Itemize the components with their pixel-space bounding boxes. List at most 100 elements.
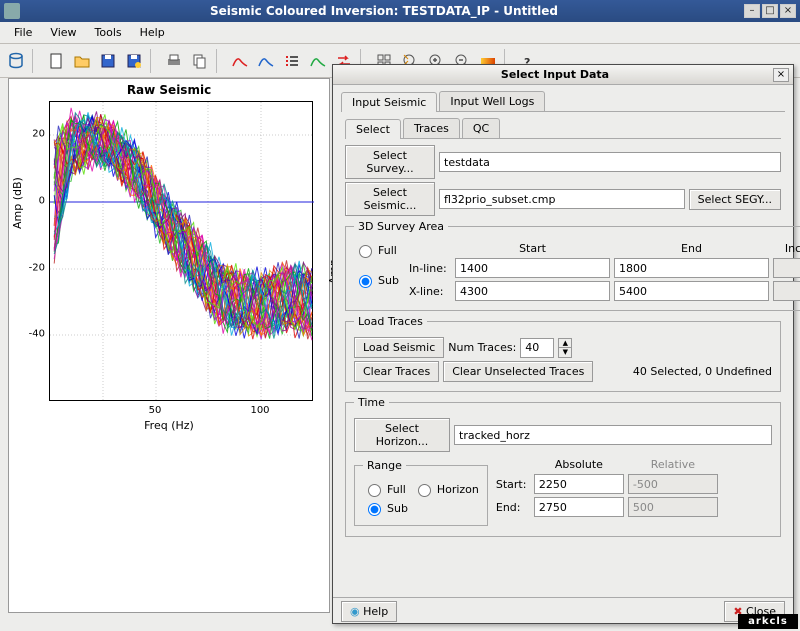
app-icon — [4, 3, 20, 19]
help-button[interactable]: ◉ Help — [341, 601, 397, 622]
area-sub-label: Sub — [378, 274, 399, 287]
area-full-label: Full — [378, 244, 397, 257]
dialog-titlebar: Select Input Data × — [333, 65, 793, 85]
maximize-button[interactable]: □ — [762, 4, 778, 18]
horizon-field[interactable] — [454, 425, 772, 445]
xline-start-field[interactable] — [455, 281, 610, 301]
inline-start-field[interactable] — [455, 258, 610, 278]
time-start-label: Start: — [496, 478, 530, 491]
spin-up-icon[interactable]: ▲ — [559, 339, 571, 348]
xline-end-field[interactable] — [614, 281, 769, 301]
seismic-file-field[interactable] — [439, 189, 685, 209]
menu-help[interactable]: Help — [132, 24, 173, 41]
help-label: Help — [363, 605, 388, 618]
tab-input-seismic[interactable]: Input Seismic — [341, 92, 437, 112]
area-full-radio[interactable] — [359, 245, 372, 258]
chart-panel: Raw Seismic Amp (dB) Amp Freq (Hz) 20 0 — [8, 78, 330, 613]
window-title: Seismic Coloured Inversion: TESTDATA_IP … — [26, 4, 742, 18]
chart-ylabel: Amp (dB) — [11, 177, 24, 229]
ytick: -20 — [25, 263, 45, 274]
time-end-label: End: — [496, 501, 530, 514]
chart-plot-area[interactable] — [49, 101, 313, 401]
range-sub-radio[interactable] — [368, 503, 381, 516]
ytick: -40 — [25, 329, 45, 340]
tab-traces[interactable]: Traces — [403, 118, 460, 138]
dialog-footer: ◉ Help ✖ Close — [333, 597, 793, 625]
inline-inc-field[interactable] — [773, 258, 800, 278]
menu-file[interactable]: File — [6, 24, 40, 41]
range-group: Range Full Horizon Sub — [354, 459, 488, 526]
time-start-rel-field — [628, 474, 718, 494]
survey-area-legend: 3D Survey Area — [354, 220, 448, 233]
survey-field[interactable] — [439, 152, 781, 172]
relative-header: Relative — [628, 458, 718, 471]
open-icon[interactable] — [70, 49, 94, 73]
ytick: 20 — [25, 129, 45, 140]
dialog-close-icon[interactable]: × — [773, 68, 789, 82]
menu-view[interactable]: View — [42, 24, 84, 41]
print-icon[interactable] — [162, 49, 186, 73]
separator — [32, 49, 40, 73]
time-end-abs-field[interactable] — [534, 497, 624, 517]
load-seismic-button[interactable]: Load Seismic — [354, 337, 444, 358]
inline-end-field[interactable] — [614, 258, 769, 278]
range-full-radio[interactable] — [368, 484, 381, 497]
select-horizon-button[interactable]: Select Horizon... — [354, 418, 450, 452]
range-legend: Range — [363, 459, 406, 472]
num-traces-label: Num Traces: — [448, 341, 516, 354]
window-titlebar: Seismic Coloured Inversion: TESTDATA_IP … — [0, 0, 800, 22]
xline-inc-field[interactable] — [773, 281, 800, 301]
spin-down-icon[interactable]: ▼ — [559, 348, 571, 357]
minimize-button[interactable]: – — [744, 4, 760, 18]
inner-tabs: Select Traces QC — [345, 118, 781, 139]
select-segy-button[interactable]: Select SEGY... — [689, 189, 781, 210]
tab-select[interactable]: Select — [345, 119, 401, 139]
help-bulb-icon: ◉ — [350, 605, 360, 618]
select-survey-button[interactable]: Select Survey... — [345, 145, 435, 179]
end-header: End — [614, 242, 769, 255]
time-legend: Time — [354, 396, 389, 409]
num-traces-field[interactable] — [520, 338, 554, 358]
survey-area-group: 3D Survey Area Full Sub Start End Inc — [345, 220, 800, 311]
tab-qc[interactable]: QC — [462, 118, 500, 138]
time-start-abs-field[interactable] — [534, 474, 624, 494]
separator — [150, 49, 158, 73]
menubar: File View Tools Help — [0, 22, 800, 44]
time-end-rel-field — [628, 497, 718, 517]
db-icon[interactable] — [4, 49, 28, 73]
clear-traces-button[interactable]: Clear Traces — [354, 361, 439, 382]
footer-logo: arkcls — [738, 614, 798, 629]
select-seismic-button[interactable]: Select Seismic... — [345, 182, 435, 216]
chart-xlabel: Freq (Hz) — [9, 419, 329, 432]
inc-header: Inc — [773, 242, 800, 255]
time-group: Time Select Horizon... Range Full Horizo… — [345, 396, 781, 537]
list-icon[interactable] — [280, 49, 304, 73]
load-traces-group: Load Traces Load Seismic Num Traces: ▲ ▼… — [345, 315, 781, 392]
clear-unselected-button[interactable]: Clear Unselected Traces — [443, 361, 593, 382]
ytick: 0 — [25, 196, 45, 207]
range-horizon-label: Horizon — [437, 483, 479, 496]
menu-tools[interactable]: Tools — [87, 24, 130, 41]
absolute-header: Absolute — [534, 458, 624, 471]
traces-status: 40 Selected, 0 Undefined — [597, 365, 772, 378]
close-window-button[interactable]: × — [780, 4, 796, 18]
xtick: 50 — [149, 405, 162, 416]
xline-label: X-line: — [409, 285, 451, 298]
save-icon[interactable] — [96, 49, 120, 73]
range-full-label: Full — [387, 483, 406, 496]
copy-icon[interactable] — [188, 49, 212, 73]
save-as-icon[interactable] — [122, 49, 146, 73]
area-sub-radio[interactable] — [359, 275, 372, 288]
start-header: Start — [455, 242, 610, 255]
spectrum-red-icon[interactable] — [228, 49, 252, 73]
dialog-title: Select Input Data — [337, 68, 773, 81]
new-icon[interactable] — [44, 49, 68, 73]
chart-title: Raw Seismic — [9, 79, 329, 97]
main-area: Raw Seismic Amp (dB) Amp Freq (Hz) 20 0 — [0, 78, 800, 611]
range-horizon-radio[interactable] — [418, 484, 431, 497]
select-input-data-dialog: Select Input Data × Input Seismic Input … — [332, 64, 794, 624]
spectrum-green-icon[interactable] — [306, 49, 330, 73]
tab-input-well-logs[interactable]: Input Well Logs — [439, 91, 545, 111]
spectrum-blue-icon[interactable] — [254, 49, 278, 73]
outer-tabs: Input Seismic Input Well Logs — [341, 91, 785, 112]
